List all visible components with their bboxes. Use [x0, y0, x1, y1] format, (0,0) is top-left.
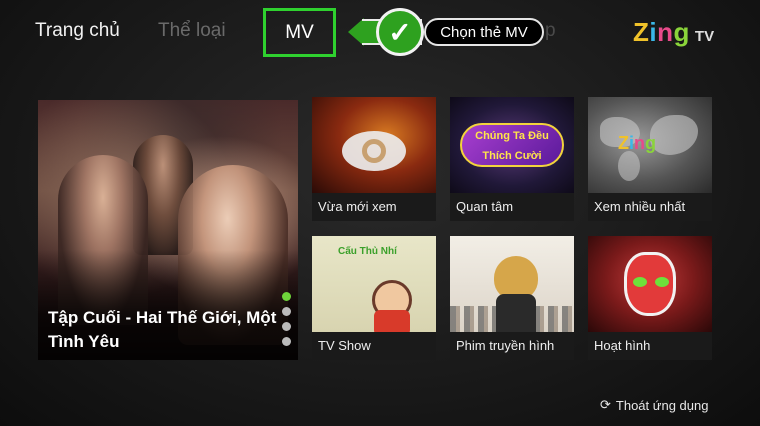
featured-banner[interactable]: Tập Cuối - Hai Thế Giới, Một Tình Yêu — [38, 100, 298, 360]
callout-label: Chọn thẻ MV — [424, 18, 544, 46]
tile-image-text: Chúng Ta Đều Thích Cười — [460, 123, 564, 167]
tile-most-viewed[interactable]: Zing Xem nhiều nhất — [588, 97, 712, 221]
tile-image — [312, 97, 436, 193]
tile-image: Cấu Thủ Nhí — [312, 236, 436, 332]
mask-eye — [633, 277, 647, 287]
world-map-shape — [650, 115, 698, 155]
tab-genre[interactable]: Thể loại — [158, 20, 226, 42]
tile-image — [450, 236, 574, 332]
tile-label: Quan tâm — [456, 199, 514, 214]
eye-icon — [342, 131, 406, 171]
featured-title: Tập Cuối - Hai Thế Giới, Một Tình Yêu — [48, 308, 277, 351]
tile-label: TV Show — [318, 338, 371, 353]
zing-tv-logo: Zing TV — [633, 17, 714, 48]
logo-brand: Zing — [633, 17, 690, 47]
logo-suffix: TV — [694, 28, 715, 45]
carousel-dot[interactable] — [282, 307, 291, 316]
dog-figure — [496, 294, 536, 332]
tile-image: Chúng Ta Đều Thích Cười — [450, 97, 574, 193]
tile-tv-show[interactable]: Cấu Thủ Nhí TV Show — [312, 236, 436, 360]
tile-label: Vừa mới xem — [318, 199, 397, 214]
cartoon-character — [374, 310, 410, 332]
exit-app-button[interactable]: ⟳ Thoát ứng dụng — [600, 397, 708, 413]
tile-image-text: Zing — [618, 133, 657, 153]
tab-partially-hidden[interactable]: p — [545, 20, 556, 42]
hero-mask — [624, 252, 676, 316]
tile-image-text: Cấu Thủ Nhí — [338, 246, 397, 257]
tile-label: Xem nhiều nhất — [594, 199, 686, 214]
carousel-dot[interactable] — [282, 337, 291, 346]
tile-label: Hoạt hình — [594, 338, 651, 353]
carousel-dot[interactable] — [282, 322, 291, 331]
world-map-shape — [618, 151, 640, 181]
tile-cartoon[interactable]: Hoạt hình — [588, 236, 712, 360]
tab-mv[interactable]: MV — [263, 8, 336, 57]
top-navigation: Trang chủ Thể loại MV p ✓ Chọn thẻ MV Zi… — [0, 0, 760, 66]
carousel-dot[interactable] — [282, 292, 291, 301]
refresh-icon: ⟳ — [600, 397, 611, 412]
tab-mv-label: MV — [285, 21, 314, 43]
tile-drama-series[interactable]: Phim truyền hình — [450, 236, 574, 360]
tab-home[interactable]: Trang chủ — [35, 20, 120, 42]
carousel-dots — [282, 292, 291, 346]
exit-app-label: Thoát ứng dụng — [615, 397, 709, 413]
tile-label: Phim truyền hình — [456, 338, 555, 353]
tile-image: Zing — [588, 97, 712, 193]
tile-recently-watched[interactable]: Vừa mới xem — [312, 97, 436, 221]
tile-interested[interactable]: Chúng Ta Đều Thích Cười Quan tâm — [450, 97, 574, 221]
check-circle-icon: ✓ — [376, 8, 424, 56]
tile-image — [588, 236, 712, 332]
mask-eye — [655, 277, 669, 287]
instruction-callout: ✓ Chọn thẻ MV — [348, 7, 544, 59]
